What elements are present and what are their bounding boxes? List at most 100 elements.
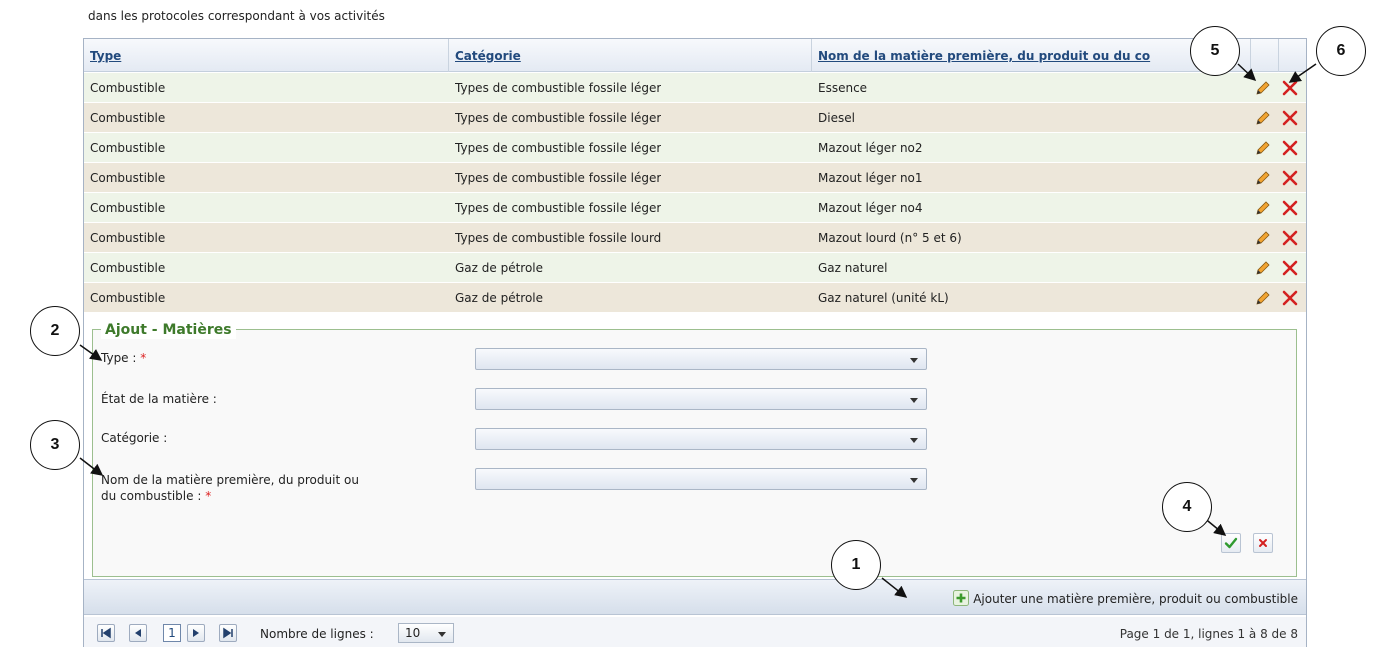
- prev-page-button[interactable]: [129, 624, 147, 642]
- cell-nom: Gaz naturel: [818, 261, 888, 275]
- confirm-button[interactable]: [1221, 533, 1241, 553]
- column-header-categorie[interactable]: Catégorie: [455, 39, 810, 72]
- categorie-select[interactable]: [475, 428, 927, 450]
- next-page-button[interactable]: [187, 624, 205, 642]
- grid-header: Type Catégorie Nom de la matière premièr…: [84, 39, 1306, 72]
- cell-nom: Gaz naturel (unité kL): [818, 291, 949, 305]
- callout-6: 6: [1316, 26, 1366, 76]
- pencil-icon[interactable]: [1254, 229, 1272, 247]
- rows-per-page-select[interactable]: 10: [398, 623, 454, 643]
- intro-line: dans les protocoles correspondant à vos …: [88, 9, 385, 23]
- etat-select[interactable]: [475, 388, 927, 410]
- table-row[interactable]: Combustible Types de combustible fossile…: [84, 193, 1306, 223]
- callout-2: 2: [30, 306, 80, 356]
- delete-x-icon[interactable]: [1281, 259, 1299, 277]
- form-legend: Ajout - Matières: [101, 321, 236, 339]
- nom-label-line2: du combustible :: [101, 489, 202, 503]
- cell-categorie: Types de combustible fossile lourd: [455, 231, 662, 245]
- chevron-down-icon: [910, 398, 918, 403]
- column-separator: [1250, 39, 1251, 72]
- pencil-icon[interactable]: [1254, 199, 1272, 217]
- table-row[interactable]: Combustible Gaz de pétrole Gaz naturel: [84, 253, 1306, 283]
- chevron-down-icon: [438, 632, 446, 637]
- required-marker: *: [205, 489, 212, 503]
- nom-label: Nom de la matière première, du produit o…: [101, 472, 359, 504]
- first-page-icon: [101, 627, 111, 639]
- delete-x-icon[interactable]: [1281, 289, 1299, 307]
- delete-x-icon[interactable]: [1281, 169, 1299, 187]
- column-separator: [1278, 39, 1279, 72]
- cell-type: Combustible: [90, 111, 166, 125]
- chevron-down-icon: [910, 358, 918, 363]
- cell-nom: Mazout léger no1: [818, 171, 923, 185]
- callout-1: 1: [831, 540, 881, 590]
- cancel-x-icon: [1259, 539, 1267, 547]
- nom-label-line1: Nom de la matière première, du produit o…: [101, 473, 359, 487]
- pencil-icon[interactable]: [1254, 109, 1272, 127]
- last-page-button[interactable]: [219, 624, 237, 642]
- page-info: Page 1 de 1, lignes 1 à 8 de 8: [1119, 627, 1298, 641]
- cell-type: Combustible: [90, 201, 166, 215]
- add-material-button[interactable]: Ajouter une matière première, produit ou…: [953, 589, 1298, 609]
- cell-type: Combustible: [90, 291, 166, 305]
- cell-nom: Mazout lourd (n° 5 et 6): [818, 231, 962, 245]
- etat-label: État de la matière :: [101, 391, 217, 407]
- callout-4: 4: [1162, 482, 1212, 532]
- pencil-icon[interactable]: [1254, 79, 1272, 97]
- nom-label-line2-wrap: du combustible : *: [101, 488, 359, 504]
- table-row[interactable]: Combustible Types de combustible fossile…: [84, 223, 1306, 253]
- cell-nom: Mazout léger no4: [818, 201, 923, 215]
- prev-page-icon: [135, 629, 141, 637]
- pencil-icon[interactable]: [1254, 139, 1272, 157]
- required-marker: *: [140, 351, 147, 365]
- table-row[interactable]: Combustible Types de combustible fossile…: [84, 133, 1306, 163]
- cell-categorie: Types de combustible fossile léger: [455, 81, 662, 95]
- delete-x-icon[interactable]: [1281, 79, 1299, 97]
- type-label: Type : *: [101, 350, 146, 366]
- pencil-icon[interactable]: [1254, 289, 1272, 307]
- chevron-down-icon: [910, 438, 918, 443]
- rows-per-page-value: 10: [405, 626, 421, 640]
- categorie-label: Catégorie :: [101, 430, 167, 446]
- delete-x-icon[interactable]: [1281, 139, 1299, 157]
- delete-x-icon[interactable]: [1281, 109, 1299, 127]
- first-page-button[interactable]: [97, 624, 115, 642]
- cell-type: Combustible: [90, 231, 166, 245]
- column-separator: [811, 39, 812, 72]
- table-row[interactable]: Combustible Types de combustible fossile…: [84, 103, 1306, 133]
- next-page-icon: [193, 629, 199, 637]
- delete-x-icon[interactable]: [1281, 199, 1299, 217]
- table-row[interactable]: Combustible Types de combustible fossile…: [84, 73, 1306, 103]
- cell-categorie: Types de combustible fossile léger: [455, 111, 662, 125]
- cell-nom: Diesel: [818, 111, 855, 125]
- cell-type: Combustible: [90, 81, 166, 95]
- callout-3: 3: [30, 420, 80, 470]
- type-label-text: Type :: [101, 351, 137, 365]
- table-row[interactable]: Combustible Gaz de pétrole Gaz naturel (…: [84, 283, 1306, 313]
- pager: 1 Nombre de lignes : 10 Page 1 de 1, lig…: [84, 617, 1306, 647]
- nom-select[interactable]: [475, 468, 927, 490]
- checkmark-icon: [1224, 537, 1238, 549]
- add-material-form: Ajout - Matières Type : * État de la mat…: [92, 321, 1297, 577]
- cell-type: Combustible: [90, 171, 166, 185]
- cancel-button[interactable]: [1253, 533, 1273, 553]
- add-material-label: Ajouter une matière première, produit ou…: [973, 592, 1298, 606]
- etat-label-text: État de la matière :: [101, 392, 217, 406]
- cell-categorie: Gaz de pétrole: [455, 261, 544, 275]
- cell-type: Combustible: [90, 141, 166, 155]
- cell-nom: Essence: [818, 81, 868, 95]
- last-page-icon: [223, 627, 233, 639]
- categorie-label-text: Catégorie :: [101, 431, 168, 445]
- cell-categorie: Gaz de pétrole: [455, 291, 544, 305]
- pencil-icon[interactable]: [1254, 169, 1272, 187]
- cell-categorie: Types de combustible fossile léger: [455, 141, 662, 155]
- delete-x-icon[interactable]: [1281, 229, 1299, 247]
- cell-type: Combustible: [90, 261, 166, 275]
- cell-categorie: Types de combustible fossile léger: [455, 171, 662, 185]
- column-separator: [448, 39, 449, 72]
- column-header-type[interactable]: Type: [90, 39, 450, 72]
- page-number[interactable]: 1: [163, 624, 181, 642]
- table-row[interactable]: Combustible Types de combustible fossile…: [84, 163, 1306, 193]
- pencil-icon[interactable]: [1254, 259, 1272, 277]
- type-select[interactable]: [475, 348, 927, 370]
